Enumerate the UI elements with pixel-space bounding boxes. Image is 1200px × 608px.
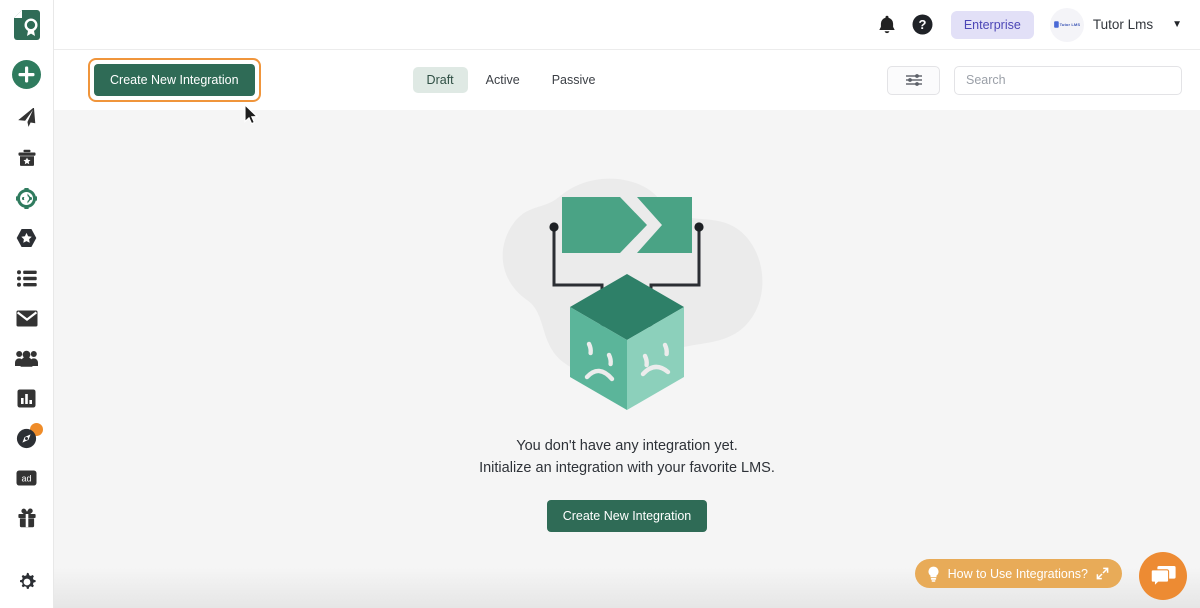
sidebar-item-settings[interactable] xyxy=(0,562,54,602)
badge-star-icon xyxy=(16,228,37,248)
sidebar-item-emails[interactable] xyxy=(0,298,54,338)
help-pill-label: How to Use Integrations? xyxy=(948,567,1088,581)
sidebar-item-analytics[interactable] xyxy=(0,378,54,418)
tab-active[interactable]: Active xyxy=(472,67,534,93)
app-logo[interactable] xyxy=(0,0,54,50)
ad-icon: ad xyxy=(16,470,37,486)
empty-state-line-1: You don't have any integration yet. xyxy=(479,435,775,457)
create-integration-focus-ring: Create New Integration xyxy=(88,58,261,102)
sidebar-item-ad[interactable]: ad xyxy=(0,458,54,498)
question-circle-icon: ? xyxy=(912,14,933,35)
empty-state-create-integration-button[interactable]: Create New Integration xyxy=(547,500,708,532)
empty-state-text: You don't have any integration yet. Init… xyxy=(479,435,775,480)
empty-box-sad-face-icon xyxy=(477,162,777,427)
tab-draft[interactable]: Draft xyxy=(413,67,468,93)
sidebar-item-credentials[interactable] xyxy=(0,138,54,178)
how-to-use-integrations-pill[interactable]: How to Use Integrations? xyxy=(915,559,1122,588)
toolbar-right xyxy=(887,66,1182,95)
send-paper-plane-icon xyxy=(17,108,37,128)
chevron-down-icon: ▼ xyxy=(1172,19,1182,30)
bar-chart-icon xyxy=(17,389,36,408)
sidebar-item-integrations[interactable] xyxy=(0,178,54,218)
app-root: ad xyxy=(0,0,1200,608)
plus-circle-icon xyxy=(12,60,41,89)
archive-badge-icon xyxy=(17,148,37,168)
sidebar-item-recipients[interactable] xyxy=(0,338,54,378)
certificate-document-icon xyxy=(13,9,41,41)
list-icon xyxy=(17,270,37,287)
chat-support-button[interactable] xyxy=(1139,552,1187,600)
lightbulb-icon xyxy=(927,566,940,582)
envelope-icon xyxy=(16,310,38,327)
sidebar: ad xyxy=(0,0,54,608)
chat-bubbles-icon xyxy=(1151,565,1176,587)
empty-state-line-2: Initialize an integration with your favo… xyxy=(479,457,775,479)
content-area: You don't have any integration yet. Init… xyxy=(54,110,1200,608)
sidebar-item-rewards[interactable] xyxy=(0,498,54,538)
account-menu[interactable]: Tutor LMS Tutor Lms ▼ xyxy=(1050,8,1182,42)
compass-icon xyxy=(16,428,37,449)
gift-icon xyxy=(17,508,37,528)
sidebar-item-discover[interactable] xyxy=(0,418,54,458)
tab-passive[interactable]: Passive xyxy=(538,67,610,93)
notifications-button[interactable] xyxy=(869,7,905,43)
wire-node-left xyxy=(549,222,558,231)
main-area: ? Enterprise Tutor LMS Tutor Lms ▼ Creat… xyxy=(54,0,1200,608)
search-box[interactable] xyxy=(954,66,1182,95)
help-button[interactable]: ? xyxy=(905,7,941,43)
workspace-logo-mark xyxy=(1054,21,1059,27)
create-new-integration-button[interactable]: Create New Integration xyxy=(94,64,255,96)
search-input[interactable] xyxy=(966,73,1170,87)
workspace-logo-text: Tutor LMS xyxy=(1059,22,1079,27)
sidebar-item-create[interactable] xyxy=(0,50,54,98)
filter-sliders-icon xyxy=(905,73,923,87)
sidebar-item-send[interactable] xyxy=(0,98,54,138)
toolbar: Create New Integration Draft Active Pass… xyxy=(54,50,1200,110)
status-tabs: Draft Active Passive xyxy=(413,67,610,93)
gear-icon xyxy=(17,572,37,592)
empty-state-cta-wrap: Create New Integration xyxy=(547,500,708,532)
sidebar-item-lists[interactable] xyxy=(0,258,54,298)
wire-node-right xyxy=(694,222,703,231)
bell-icon xyxy=(878,15,896,35)
account-name: Tutor Lms xyxy=(1093,17,1153,32)
people-group-icon xyxy=(15,350,38,367)
topbar: ? Enterprise Tutor LMS Tutor Lms ▼ xyxy=(54,0,1200,50)
svg-text:ad: ad xyxy=(21,473,31,483)
collapse-arrows-icon xyxy=(1096,567,1109,580)
filter-button[interactable] xyxy=(887,66,940,95)
plan-badge[interactable]: Enterprise xyxy=(951,11,1034,39)
svg-text:?: ? xyxy=(919,17,927,32)
workspace-logo: Tutor LMS xyxy=(1050,8,1084,42)
sidebar-item-badges[interactable] xyxy=(0,218,54,258)
integrations-plug-icon xyxy=(16,188,37,209)
